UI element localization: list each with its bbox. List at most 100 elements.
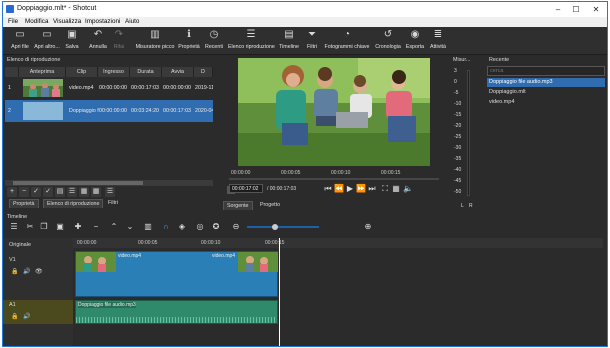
icon-view-icon[interactable]: ☰ (105, 187, 115, 197)
add-icon[interactable]: + (7, 187, 17, 197)
ripple-icon[interactable]: ◎ (195, 222, 205, 232)
grid-icon[interactable]: ▦ (391, 184, 401, 194)
tab-playlist[interactable]: Elenco di riproduzione (43, 199, 104, 208)
col-clip[interactable]: Clip (66, 67, 98, 77)
play-icon[interactable]: ▶ (345, 184, 355, 194)
lock-icon[interactable]: 🔒 (11, 313, 18, 320)
clip-name: video.mp4 (69, 85, 94, 91)
update-icon[interactable]: ✓ (31, 187, 41, 197)
search-input[interactable] (487, 66, 605, 76)
open-file-icon: ▭ (15, 29, 25, 40)
save-button[interactable]: ▣ Salva (63, 29, 81, 54)
fast-forward-icon[interactable]: ⏩ (356, 184, 366, 194)
mute-icon[interactable]: 🔊 (23, 313, 30, 320)
open-file-button[interactable]: ▭ Apri file (8, 29, 32, 54)
menu-settings[interactable]: Impostazioni (85, 18, 120, 25)
video-clip[interactable]: video.mp4 video.mp4 (75, 251, 278, 297)
menu-edit[interactable]: Modifica (25, 18, 48, 25)
rewind-icon[interactable]: ⏪ (334, 184, 344, 194)
meter-tick: 0 (454, 79, 457, 85)
audio-meter-panel: Misur... L R 3 0 -5 -10 -15 -20 -25 -30 -35 -40 -4… (453, 56, 483, 212)
scrub-icon[interactable]: ◈ (177, 222, 187, 232)
export-button[interactable]: ◉ Esporta (405, 29, 425, 54)
table-row-selected[interactable]: 2 Doppiaggio file audio.mp3 00:00:00:00 … (5, 100, 213, 122)
lift-icon[interactable]: ⌃ (109, 222, 119, 232)
zoom-icon[interactable]: ⛶ (380, 184, 390, 194)
transport-controls: ⏮ ⏪ ▶ ⏩ ⏭ ⛶ ▦ 🔈 (323, 184, 423, 194)
remove-icon[interactable]: − (91, 222, 101, 232)
meter-bar (467, 70, 470, 196)
append-icon[interactable]: ✚ (73, 222, 83, 232)
redo-button[interactable]: ↷ Rifai (111, 29, 127, 54)
paste-icon[interactable]: ▣ (55, 222, 65, 232)
horizontal-scrollbar[interactable] (5, 180, 213, 186)
eye-icon[interactable]: 👁 (35, 268, 43, 275)
maximize-button[interactable]: ☐ (569, 4, 583, 15)
recent-item[interactable]: Doppiaggio.mlt (489, 89, 526, 95)
detail-view-icon[interactable]: ▦ (79, 187, 89, 197)
audio-track-header[interactable]: A1 🔒 🔊 (3, 300, 73, 324)
skip-previous-icon[interactable]: ⏮ (323, 184, 333, 194)
overwrite-icon[interactable]: ⌄ (125, 222, 135, 232)
recent-button[interactable]: ◷ Recenti (203, 29, 225, 54)
lock-icon[interactable]: 🔒 (11, 268, 18, 275)
toolbar-label: Filtri (306, 44, 317, 50)
menu-help[interactable]: Aiuto (125, 18, 139, 25)
add-to-timeline-icon[interactable]: ▤ (55, 187, 65, 197)
playlist-button[interactable]: ☰ Elenco riproduzione (228, 29, 275, 54)
mute-icon[interactable]: 🔊 (23, 268, 30, 275)
minimize-button[interactable]: – (551, 4, 565, 15)
playhead[interactable] (279, 238, 280, 346)
col-preview[interactable]: Anteprima (19, 67, 66, 77)
tab-source[interactable]: Sorgente (223, 201, 253, 210)
zoom-out-icon[interactable]: ⊖ (231, 222, 241, 232)
apply-icon[interactable]: ✓ (43, 187, 53, 197)
ripple-all-icon[interactable]: ✪ (211, 222, 221, 232)
zoom-slider[interactable] (247, 224, 319, 230)
remove-icon[interactable]: − (19, 187, 29, 197)
undo-button[interactable]: ↶ Annulla (87, 29, 109, 54)
close-button[interactable]: ✕ (589, 4, 603, 15)
properties-button[interactable]: ℹ Proprietà (178, 29, 200, 54)
col-duration[interactable]: Durata (130, 67, 162, 77)
col-in[interactable]: Ingresso (98, 67, 130, 77)
tab-properties[interactable]: Proprietà (9, 199, 39, 208)
menu-icon[interactable]: ☰ (67, 187, 77, 197)
audio-clip[interactable]: Doppiaggio file audio.mp3 (75, 300, 278, 324)
menu-view[interactable]: Visualizza (53, 18, 81, 25)
cut-icon[interactable]: ✂ (25, 222, 35, 232)
history-button[interactable]: ↺ Cronologia (375, 29, 401, 54)
zoom-in-icon[interactable]: ⊕ (363, 222, 373, 232)
open-other-button[interactable]: ▭ Apri altro... (34, 29, 60, 54)
scale-label: 00:00:10 (331, 170, 351, 176)
col-date[interactable]: D (194, 67, 213, 77)
peak-meter-button[interactable]: ▥ Misuratore picco (135, 29, 175, 54)
col-start[interactable]: Avvia (162, 67, 194, 77)
menu-file[interactable]: File (8, 18, 18, 25)
filter-button[interactable]: ⏷ Filtri (305, 29, 319, 54)
skip-next-icon[interactable]: ⏭ (367, 184, 377, 194)
copy-icon[interactable]: ❐ (39, 222, 49, 232)
meter-tick: 3 (454, 68, 457, 74)
recent-item-selected[interactable]: Doppiaggio file audio.mp3 (487, 78, 605, 87)
volume-icon[interactable]: 🔈 (403, 184, 413, 194)
peak-meter-icon: ▥ (150, 29, 160, 40)
position-field[interactable]: 00:00:17:02 (229, 184, 263, 193)
keyframes-button[interactable]: ◔ Fotogrammi chiave (323, 29, 371, 54)
player-panel: 00:00:17:02 / 00:00:17:03 ⏮ ⏪ ▶ ⏩ ⏭ ⛶ ▦ … (219, 56, 451, 212)
tab-project[interactable]: Progetto (257, 201, 283, 209)
jobs-button[interactable]: ≣ Attività (428, 29, 448, 54)
shotcut-logo-icon (6, 5, 14, 13)
split-icon[interactable]: ▥ (143, 222, 153, 232)
timeline-button[interactable]: ▤ Timeline (277, 29, 301, 54)
timeline-menu-icon[interactable]: ☰ (9, 222, 19, 232)
snap-icon[interactable]: ∩ (161, 222, 171, 232)
history-icon: ↺ (383, 29, 393, 40)
tile-view-icon[interactable]: ▦ (91, 187, 101, 197)
recent-item[interactable]: video.mp4 (489, 99, 514, 105)
table-row[interactable]: 1 video.mp4 00:00:00:00 00:00:17:03 00:0… (5, 77, 213, 99)
main-toolbar: ▭ Apri file ▭ Apri altro... ▣ Salva ↶ Annulla ↷ R… (3, 27, 607, 55)
tab-filters[interactable]: Filtri (105, 199, 121, 207)
app-window: Doppiaggio.mlt* - Shotcut – ☐ ✕ File Mod… (2, 1, 608, 347)
clip-in: 00:00:00:00 (99, 85, 127, 91)
